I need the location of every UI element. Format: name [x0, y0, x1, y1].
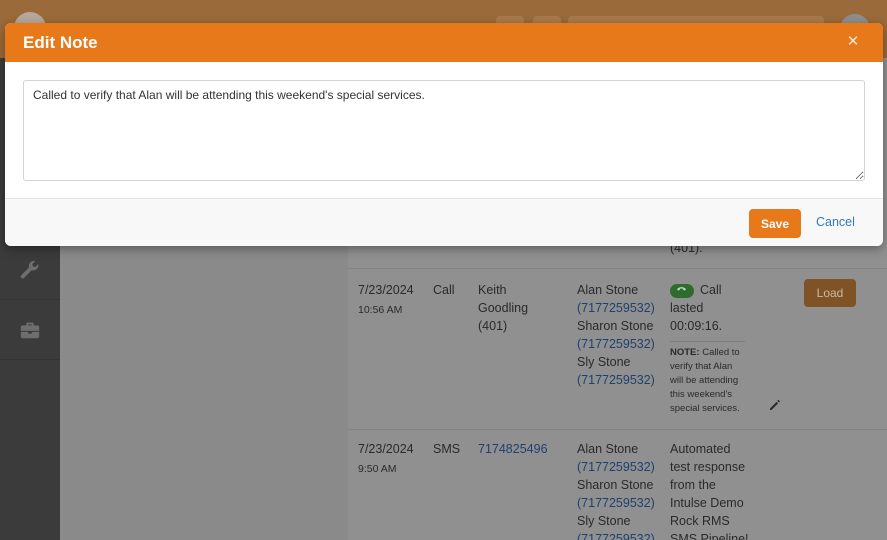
from-phone-link[interactable]: 7174825496 [478, 440, 548, 458]
phone-link[interactable]: (7177259532) [577, 299, 655, 317]
pencil-icon[interactable] [769, 399, 781, 411]
row-details: Call lasted 00:09:16. NOTE: Called to ve… [670, 281, 750, 416]
row-from: Keith Goodling (401) [478, 283, 529, 333]
table-row: 7/23/2024 10:56 AM Call Keith Goodling (… [348, 269, 887, 429]
row-recipients: Alan Stone (7177259532) Sharon Stone (71… [577, 440, 655, 540]
phone-link[interactable]: (7177259532) [577, 494, 655, 512]
save-button[interactable]: Save [749, 209, 801, 238]
cancel-button[interactable]: Cancel [816, 215, 855, 229]
phone-icon [670, 283, 694, 298]
row-date: 7/23/2024 10:56 AM [358, 283, 414, 316]
row-type: SMS [433, 442, 461, 456]
note-text: NOTE: Called to verify that Alan will be… [670, 347, 740, 414]
phone-link[interactable]: (7177259532) [577, 530, 655, 540]
phone-link[interactable]: (7177259532) [577, 371, 655, 389]
sidebar-item-admin-tools[interactable] [0, 240, 60, 300]
phone-link[interactable]: (7177259532) [577, 458, 655, 476]
phone-link[interactable]: (7177259532) [577, 335, 655, 353]
table-row: 7/23/2024 9:50 AM SMS 7174825496 Alan St… [348, 430, 887, 540]
note-textarea[interactable]: Called to verify that Alan will be atten… [23, 80, 865, 181]
row-type: Call [433, 283, 455, 297]
wrench-icon [20, 260, 39, 278]
modal-footer: Save Cancel [5, 199, 883, 246]
edit-note-modal: Edit Note ✕ Called to verify that Alan w… [5, 23, 883, 246]
row-date: 7/23/2024 9:50 AM [358, 442, 414, 475]
modal-header: Edit Note ✕ [5, 23, 883, 62]
row-details: Automated test response from the Intulse… [670, 442, 749, 540]
briefcase-icon [20, 322, 40, 338]
row-recipients: Alan Stone (7177259532) Sharon Stone (71… [577, 283, 655, 389]
sidebar-item-tools[interactable] [0, 300, 60, 360]
modal-body: Called to verify that Alan will be atten… [5, 62, 883, 199]
close-icon[interactable]: ✕ [845, 33, 861, 50]
modal-title: Edit Note [23, 32, 98, 52]
load-button[interactable]: Load [804, 279, 856, 307]
